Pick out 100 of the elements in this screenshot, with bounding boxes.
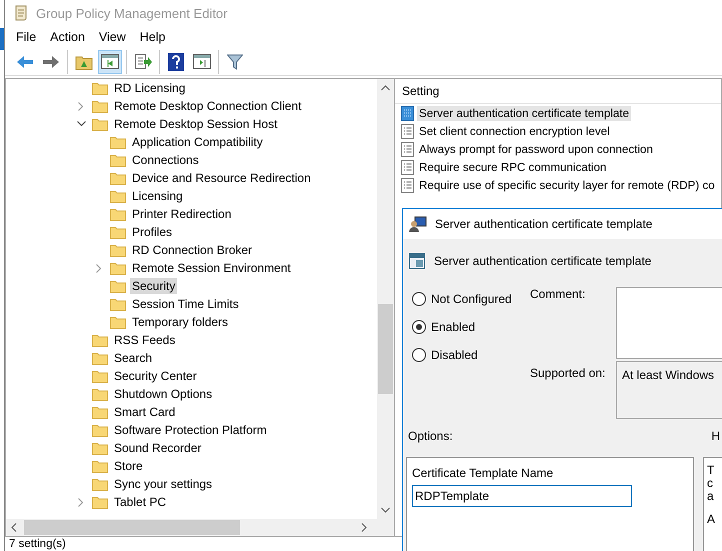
toolbar-button[interactable] xyxy=(98,50,122,74)
expand-caret-icon[interactable] xyxy=(78,498,84,506)
tree-item[interactable]: Shutdown Options xyxy=(112,386,214,402)
tree-item[interactable]: Remote Desktop Connection Client xyxy=(112,98,304,114)
setting-row[interactable]: Always prompt for password upon connection xyxy=(417,142,655,156)
filter-icon xyxy=(227,54,243,70)
computer-user-icon xyxy=(409,216,427,232)
folder-icon xyxy=(110,279,126,293)
help-text: T c a xyxy=(707,464,716,503)
scroll-thumb[interactable] xyxy=(378,304,393,394)
folder-icon xyxy=(92,81,108,95)
column-header[interactable]: Setting xyxy=(402,84,440,98)
input-field[interactable]: RDPTemplate xyxy=(412,485,632,507)
radio-button[interactable]: Not Configured xyxy=(412,289,530,308)
tree-item[interactable]: Session Time Limits xyxy=(130,296,241,312)
field-label: Supported on: xyxy=(530,366,606,380)
radio-button[interactable]: Disabled xyxy=(412,345,530,364)
setting-row[interactable]: Require use of specific security layer for remote (RDP) co xyxy=(417,178,717,192)
back-arrow-icon xyxy=(16,54,34,68)
expand-caret-icon[interactable] xyxy=(78,102,84,110)
tree-item[interactable]: Remote Session Environment xyxy=(130,260,293,276)
setting-row[interactable]: Server authentication certificate template xyxy=(417,106,632,120)
folder-icon xyxy=(92,477,108,491)
folder-icon xyxy=(92,117,108,131)
policy-icon xyxy=(409,253,425,269)
properties-icon xyxy=(193,54,211,69)
comment-field[interactable] xyxy=(616,287,722,359)
folder-icon xyxy=(110,207,126,221)
tree-item[interactable]: Connections xyxy=(130,152,201,168)
horizontal-scrollbar[interactable] xyxy=(6,519,394,536)
section-label: H xyxy=(711,429,720,445)
tree-item[interactable]: Security Center xyxy=(112,368,199,384)
folder-icon xyxy=(110,315,126,329)
scroll-thumb[interactable] xyxy=(24,520,240,535)
radio-button[interactable]: Enabled xyxy=(412,317,530,336)
tree-item[interactable]: Sound Recorder xyxy=(112,440,204,456)
setting-icon xyxy=(401,142,414,156)
status-text: 7 setting(s) xyxy=(8,537,67,551)
collapse-caret-icon[interactable] xyxy=(76,121,86,127)
tree-item[interactable]: Search xyxy=(112,350,154,366)
field-label: Certificate Template Name xyxy=(412,466,554,480)
supported-on-field: At least Windows xyxy=(616,361,722,419)
folder-icon xyxy=(110,225,126,239)
folder-icon xyxy=(92,99,108,113)
export-list-icon xyxy=(134,54,152,70)
setting-icon xyxy=(401,124,414,138)
folder-icon xyxy=(110,171,126,185)
vertical-scrollbar[interactable] xyxy=(377,79,394,519)
folder-icon xyxy=(92,333,108,347)
folder-icon xyxy=(92,423,108,437)
policy-heading: Server authentication certificate template xyxy=(434,254,652,268)
section-label: Options: xyxy=(408,429,453,445)
tree-item[interactable]: Security xyxy=(130,278,178,294)
folder-icon xyxy=(110,297,126,311)
tree-item[interactable]: RD Licensing xyxy=(112,80,188,96)
folder-up-icon xyxy=(75,54,93,70)
folder-icon xyxy=(110,243,126,257)
folder-icon xyxy=(92,495,108,509)
expand-caret-icon[interactable] xyxy=(96,264,102,272)
tree-item[interactable]: Application Compatibility xyxy=(130,134,265,150)
tree-item[interactable]: Profiles xyxy=(130,224,174,240)
tree-item[interactable]: RD Connection Broker xyxy=(130,242,254,258)
tree-item[interactable]: Smart Card xyxy=(112,404,178,420)
tree-item[interactable]: Remote Desktop Session Host xyxy=(112,116,280,132)
tree-item[interactable]: RSS Feeds xyxy=(112,332,178,348)
dialog-title: Server authentication certificate template xyxy=(435,217,652,231)
folder-icon xyxy=(92,441,108,455)
scroll-down-icon[interactable] xyxy=(381,507,390,513)
setting-row[interactable]: Set client connection encryption level xyxy=(417,124,612,138)
scroll-left-icon[interactable] xyxy=(11,523,17,532)
menu-item[interactable]: File xyxy=(9,30,44,44)
tree-item[interactable]: Tablet PC xyxy=(112,494,168,510)
scroll-up-icon[interactable] xyxy=(381,85,390,91)
tree-item[interactable]: Device and Resource Redirection xyxy=(130,170,313,186)
scroll-document-icon xyxy=(14,5,28,21)
tree-item[interactable]: Printer Redirection xyxy=(130,206,234,222)
folder-icon xyxy=(110,135,126,149)
folder-icon xyxy=(110,189,126,203)
pane-toggle-icon xyxy=(101,54,119,69)
menu-item[interactable]: Help xyxy=(132,30,172,44)
window-title: Group Policy Management Editor xyxy=(36,6,228,20)
tree-item[interactable]: Sync your settings xyxy=(112,476,214,492)
tree-item[interactable]: Licensing xyxy=(130,188,185,204)
setting-row[interactable]: Require secure RPC communication xyxy=(417,160,609,174)
tree-item[interactable]: Software Protection Platform xyxy=(112,422,269,438)
menu-item[interactable]: View xyxy=(92,30,133,44)
folder-icon xyxy=(92,351,108,365)
scroll-right-icon[interactable] xyxy=(361,523,367,532)
setting-icon xyxy=(401,106,414,120)
help-text: A xyxy=(707,513,716,526)
field-label: Comment: xyxy=(530,287,586,303)
folder-icon xyxy=(110,153,126,167)
tree-item[interactable]: Store xyxy=(112,458,145,474)
folder-icon xyxy=(92,369,108,383)
tree-item[interactable]: Temporary folders xyxy=(130,314,230,330)
menu-item[interactable]: Action xyxy=(43,30,92,44)
forward-arrow-icon xyxy=(42,54,60,68)
setting-icon xyxy=(401,160,414,174)
folder-icon xyxy=(92,459,108,473)
folder-icon xyxy=(92,405,108,419)
